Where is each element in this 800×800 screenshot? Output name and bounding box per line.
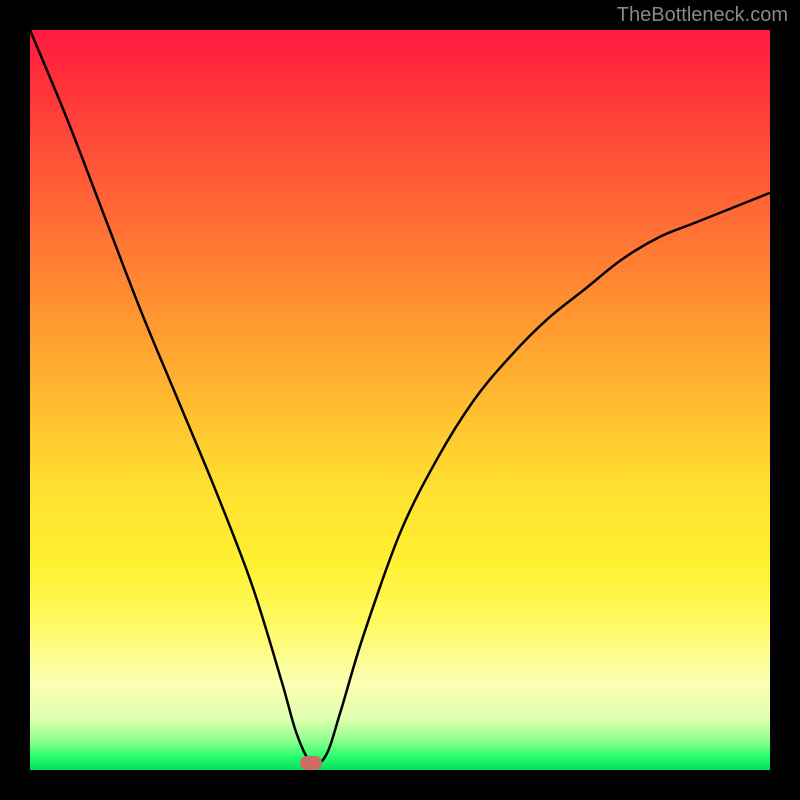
watermark-text: TheBottleneck.com [617, 4, 788, 27]
bottleneck-curve [30, 30, 770, 764]
optimal-marker [300, 756, 322, 770]
plot-area [30, 30, 770, 770]
curve-svg [30, 30, 770, 770]
